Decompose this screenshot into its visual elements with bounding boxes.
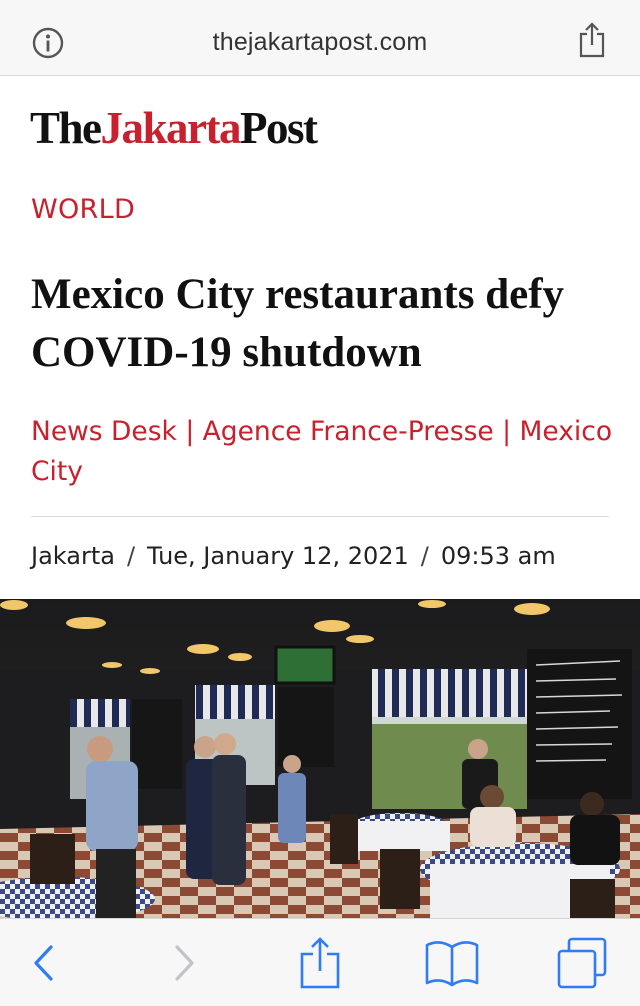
section-label[interactable]: WORLD [31, 194, 135, 225]
url-field[interactable]: thejakartapost.com [0, 28, 640, 57]
share-icon[interactable] [577, 20, 607, 60]
site-logo[interactable]: TheJakartaPost [30, 102, 318, 153]
bottom-toolbar [0, 918, 640, 1006]
share-icon[interactable] [290, 935, 350, 991]
address-bar: thejakartapost.com [0, 0, 640, 76]
separator: / [126, 542, 136, 570]
logo-part-post: Post [240, 103, 318, 153]
bookmarks-icon[interactable] [422, 935, 482, 991]
separator: / [420, 542, 429, 570]
tabs-icon[interactable] [554, 935, 614, 991]
article-byline[interactable]: News Desk | Agence France-Presse | Mexic… [31, 412, 621, 492]
dateline: Jakarta / Tue, January 12, 2021 / 09:53 am [31, 542, 556, 570]
logo-part-jakarta: Jakarta [100, 103, 242, 153]
divider [31, 516, 609, 517]
publish-time: 09:53 am [440, 542, 556, 570]
forward-icon[interactable] [154, 935, 214, 991]
logo-part-the: The [30, 103, 102, 153]
article-headline: Mexico City restaurants defy COVID-19 sh… [31, 271, 565, 376]
article-photo [0, 599, 640, 918]
location: Jakarta [31, 542, 115, 570]
back-icon[interactable] [14, 935, 74, 991]
publish-date: Tue, January 12, 2021 [147, 542, 409, 570]
